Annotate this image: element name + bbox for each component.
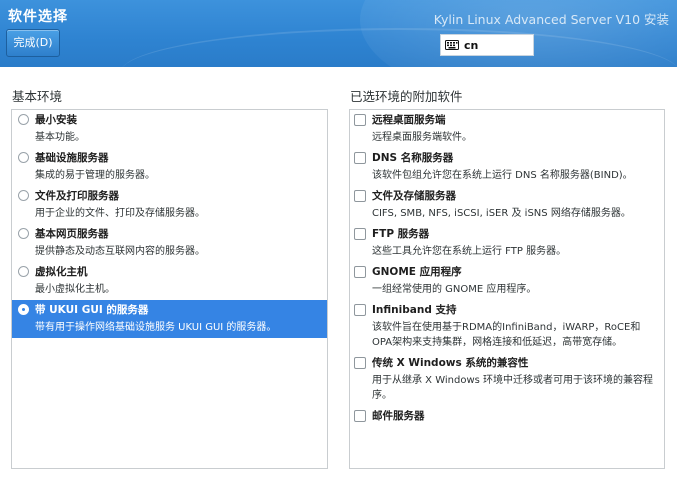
page-title: 软件选择 (8, 9, 68, 25)
env-item-name: 最小安装 (35, 114, 77, 126)
env-item-file-print-server[interactable]: 文件及打印服务器 用于企业的文件、打印及存储服务器。 (12, 186, 327, 224)
env-item-desc: 集成的易于管理的服务器。 (35, 170, 155, 181)
addons-heading: 已选环境的附加软件 (350, 89, 463, 104)
addon-item-mail-server[interactable]: 邮件服务器 (350, 406, 664, 427)
addon-item-name: Infiniband 支持 (372, 304, 457, 316)
env-item-name: 虚拟化主机 (35, 266, 88, 278)
addon-item-desc: 这些工具允许您在系统上运行 FTP 服务器。 (372, 246, 567, 257)
keyboard-icon (445, 40, 459, 50)
env-item-infrastructure-server[interactable]: 基础设施服务器 集成的易于管理的服务器。 (12, 148, 327, 186)
env-item-desc: 带有用于操作网络基础设施服务 UKUI GUI 的服务器。 (35, 322, 277, 333)
checkbox[interactable] (354, 357, 366, 369)
checkbox[interactable] (354, 228, 366, 240)
addon-item-desc: CIFS, SMB, NFS, iSCSI, iSER 及 iSNS 网络存储服… (372, 208, 631, 219)
checkbox[interactable] (354, 304, 366, 316)
base-environment-list: 最小安装 基本功能。 基础设施服务器 集成的易于管理的服务器。 文件及打印服务器… (11, 109, 328, 469)
addon-item-name: FTP 服务器 (372, 228, 430, 240)
env-item-virtualization-host[interactable]: 虚拟化主机 最小虚拟化主机。 (12, 262, 327, 300)
radio-button[interactable] (18, 304, 29, 315)
env-item-name: 带 UKUI GUI 的服务器 (35, 304, 149, 316)
addon-item-dns-server[interactable]: DNS 名称服务器 该软件包组允许您在系统上运行 DNS 名称服务器(BIND)… (350, 148, 664, 186)
addon-item-desc: 该软件旨在使用基于RDMA的InfiniBand，iWARP，RoCE和OPA架… (372, 322, 641, 348)
keyboard-layout-indicator[interactable]: cn (440, 34, 534, 56)
product-title: Kylin Linux Advanced Server V10 安装 (433, 12, 669, 27)
addon-item-desc: 远程桌面服务端软件。 (372, 132, 472, 143)
radio-button[interactable] (18, 228, 29, 239)
radio-button[interactable] (18, 266, 29, 277)
addon-item-name: 文件及存储服务器 (372, 190, 456, 202)
env-item-name: 文件及打印服务器 (35, 190, 119, 202)
addon-item-desc: 一组经常使用的 GNOME 应用程序。 (372, 284, 537, 295)
checkbox[interactable] (354, 190, 366, 202)
base-environment-heading: 基本环境 (12, 89, 63, 104)
env-item-server-with-ukui-gui[interactable]: 带 UKUI GUI 的服务器 带有用于操作网络基础设施服务 UKUI GUI … (12, 300, 327, 338)
addon-item-name: 远程桌面服务端 (372, 114, 446, 126)
addon-item-name: 传统 X Windows 系统的兼容性 (372, 357, 529, 369)
addon-item-desc: 该软件包组允许您在系统上运行 DNS 名称服务器(BIND)。 (372, 170, 633, 181)
addon-list: 远程桌面服务端 远程桌面服务端软件。 DNS 名称服务器 该软件包组允许您在系统… (349, 109, 665, 469)
addon-item-desc: 用于从继承 X Windows 环境中迁移或者可用于该环境的兼容程序。 (372, 375, 654, 401)
radio-button[interactable] (18, 152, 29, 163)
env-item-desc: 基本功能。 (35, 132, 85, 143)
checkbox[interactable] (354, 410, 366, 422)
addon-item-file-storage-server[interactable]: 文件及存储服务器 CIFS, SMB, NFS, iSCSI, iSER 及 i… (350, 186, 664, 224)
keyboard-layout-label: cn (464, 38, 479, 52)
env-item-desc: 最小虚拟化主机。 (35, 284, 115, 295)
done-button[interactable]: 完成(D) (6, 29, 60, 57)
addon-item-gnome-applications[interactable]: GNOME 应用程序 一组经常使用的 GNOME 应用程序。 (350, 262, 664, 300)
radio-button[interactable] (18, 190, 29, 201)
addon-item-legacy-x-windows-compat[interactable]: 传统 X Windows 系统的兼容性 用于从继承 X Windows 环境中迁… (350, 353, 664, 406)
addon-item-name: DNS 名称服务器 (372, 152, 454, 164)
checkbox[interactable] (354, 152, 366, 164)
header-bar: 软件选择 完成(D) Kylin Linux Advanced Server V… (0, 0, 677, 67)
env-item-web-server[interactable]: 基本网页服务器 提供静态及动态互联网内容的服务器。 (12, 224, 327, 262)
env-item-desc: 用于企业的文件、打印及存储服务器。 (35, 208, 205, 219)
addon-item-infiniband-support[interactable]: Infiniband 支持 该软件旨在使用基于RDMA的InfiniBand，i… (350, 300, 664, 353)
checkbox[interactable] (354, 114, 366, 126)
addon-item-remote-desktop-server[interactable]: 远程桌面服务端 远程桌面服务端软件。 (350, 110, 664, 148)
env-item-minimal[interactable]: 最小安装 基本功能。 (12, 110, 327, 148)
checkbox[interactable] (354, 266, 366, 278)
env-item-desc: 提供静态及动态互联网内容的服务器。 (35, 246, 205, 257)
env-item-name: 基础设施服务器 (35, 152, 109, 164)
addon-item-name: 邮件服务器 (372, 410, 425, 422)
env-item-name: 基本网页服务器 (35, 228, 109, 240)
addon-item-ftp-server[interactable]: FTP 服务器 这些工具允许您在系统上运行 FTP 服务器。 (350, 224, 664, 262)
radio-button[interactable] (18, 114, 29, 125)
addon-item-name: GNOME 应用程序 (372, 266, 462, 278)
